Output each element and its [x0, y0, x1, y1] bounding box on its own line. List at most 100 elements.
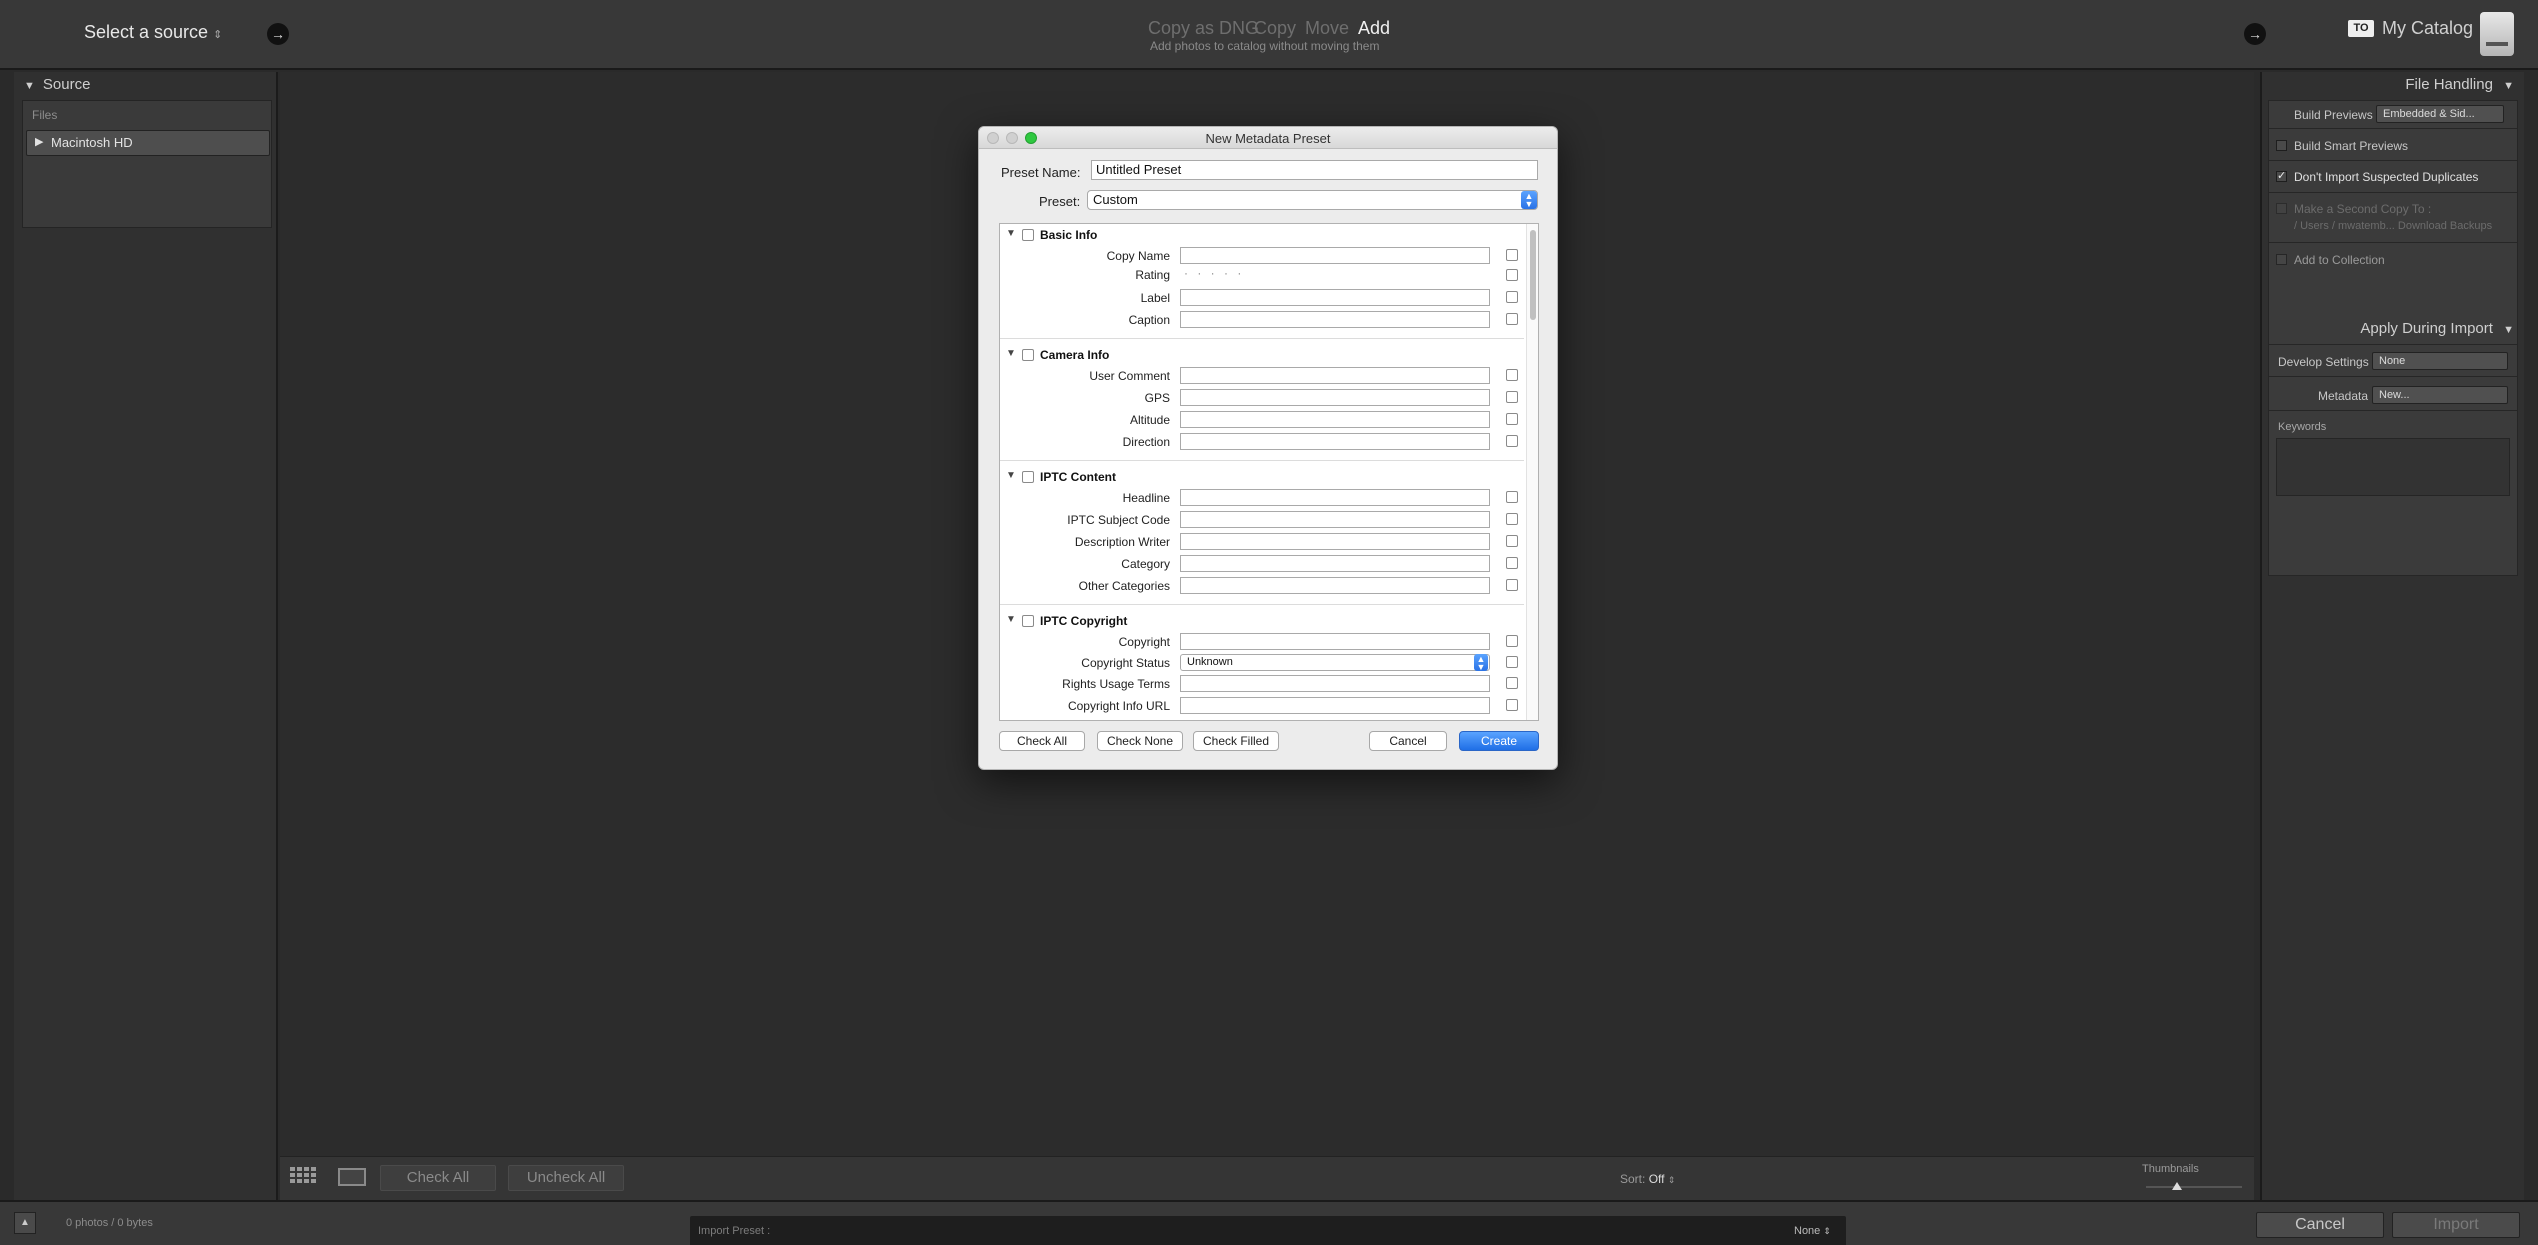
basic-info-checkbox[interactable]	[1022, 229, 1034, 241]
check-none-button[interactable]: Check None	[1097, 731, 1183, 751]
develop-settings-label: Develop Settings	[2278, 355, 2369, 369]
source-panel-header[interactable]: ▼ Source	[24, 76, 90, 93]
copyright-input[interactable]	[1180, 633, 1490, 650]
copy-name-input[interactable]	[1180, 247, 1490, 264]
dont-import-duplicates-checkbox[interactable]: ✓	[2276, 171, 2287, 182]
disclosure-triangle-icon[interactable]: ▼	[1006, 228, 1016, 239]
user-comment-checkbox[interactable]	[1506, 369, 1518, 381]
source-arrow-icon[interactable]: →	[267, 23, 289, 45]
macintosh-hd-row[interactable]: ▶ Macintosh HD	[26, 130, 270, 156]
rating-stars[interactable]: · · · · ·	[1184, 266, 1244, 280]
description-writer-input[interactable]	[1180, 533, 1490, 550]
copyright-checkbox[interactable]	[1506, 635, 1518, 647]
description-writer-checkbox[interactable]	[1506, 535, 1518, 547]
scrollbar-thumb[interactable]	[1530, 230, 1536, 320]
disclosure-triangle-icon[interactable]: ▼	[1006, 614, 1016, 625]
preset-value: Custom	[1093, 192, 1138, 207]
gps-checkbox[interactable]	[1506, 391, 1518, 403]
label-input[interactable]	[1180, 289, 1490, 306]
cancel-import-button[interactable]: Cancel	[2256, 1212, 2384, 1238]
preset-select[interactable]: Custom	[1087, 190, 1538, 210]
field-label: Headline	[1122, 491, 1170, 505]
metadata-value: New...	[2379, 389, 2410, 401]
gps-input[interactable]	[1180, 389, 1490, 406]
chevron-updown-icon: ⇕	[1823, 1226, 1831, 1236]
metadata-fields-scroll[interactable]: ▼ Basic Info Copy Name Rating · · · · · …	[999, 223, 1539, 721]
collapse-up-icon[interactable]: ▲	[14, 1212, 36, 1234]
mode-move[interactable]: Move	[1305, 18, 1349, 39]
iptc-content-title: IPTC Content	[1040, 470, 1116, 484]
file-handling-header[interactable]: File Handling ▼	[2405, 76, 2514, 93]
grid-view-icon[interactable]	[290, 1167, 318, 1187]
thumbnail-size-slider[interactable]	[2146, 1186, 2242, 1188]
build-smart-previews-label: Build Smart Previews	[2294, 139, 2409, 153]
create-button[interactable]: Create	[1459, 731, 1539, 751]
preset-name-input[interactable]: Untitled Preset	[1091, 160, 1538, 180]
uncheck-all-button[interactable]: Uncheck All	[508, 1165, 624, 1191]
select-source-dropdown[interactable]: Select a source ⇕	[84, 22, 222, 43]
build-smart-previews-checkbox[interactable]	[2276, 140, 2287, 151]
field-label: User Comment	[1089, 369, 1170, 383]
camera-info-checkbox[interactable]	[1022, 349, 1034, 361]
mode-copy[interactable]: Copy	[1254, 18, 1296, 39]
grid-toolbar: Check All Uncheck All Sort: Off ⇕ Thumbn…	[280, 1156, 2254, 1200]
category-checkbox[interactable]	[1506, 557, 1518, 569]
select-arrows-icon[interactable]: ▲ ▼	[1521, 191, 1537, 209]
add-to-collection-checkbox[interactable]	[2276, 254, 2287, 265]
headline-input[interactable]	[1180, 489, 1490, 506]
rights-usage-terms-checkbox[interactable]	[1506, 677, 1518, 689]
copyright-status-select[interactable]: Unknown	[1180, 654, 1490, 671]
import-button[interactable]: Import	[2392, 1212, 2520, 1238]
label-checkbox[interactable]	[1506, 291, 1518, 303]
develop-settings-select[interactable]: None	[2372, 352, 2508, 370]
import-preset-select[interactable]: None ⇕	[1794, 1225, 1831, 1237]
divider	[2268, 410, 2518, 411]
catalog-name[interactable]: My Catalog	[2382, 18, 2473, 39]
keywords-field[interactable]	[2276, 438, 2510, 496]
copyright-status-checkbox[interactable]	[1506, 656, 1518, 668]
iptc-content-checkbox[interactable]	[1022, 471, 1034, 483]
iptc-subject-code-input[interactable]	[1180, 511, 1490, 528]
select-arrows-icon[interactable]: ▲ ▼	[1474, 654, 1488, 672]
loupe-view-icon[interactable]	[338, 1168, 366, 1186]
mode-copy-as-dng[interactable]: Copy as DNG	[1148, 18, 1259, 39]
check-all-button[interactable]: Check All	[380, 1165, 496, 1191]
direction-checkbox[interactable]	[1506, 435, 1518, 447]
iptc-copyright-checkbox[interactable]	[1022, 615, 1034, 627]
caption-input[interactable]	[1180, 311, 1490, 328]
second-copy-path[interactable]: / Users / mwatemb... Download Backups	[2294, 220, 2492, 232]
chevron-updown-icon: ⇕	[213, 29, 223, 41]
user-comment-input[interactable]	[1180, 367, 1490, 384]
rating-checkbox[interactable]	[1506, 269, 1518, 281]
iptc-subject-code-checkbox[interactable]	[1506, 513, 1518, 525]
destination-arrow-icon[interactable]: →	[2244, 23, 2266, 45]
mode-add[interactable]: Add	[1358, 18, 1390, 39]
category-input[interactable]	[1180, 555, 1490, 572]
disclosure-triangle-icon[interactable]: ▼	[1006, 470, 1016, 481]
metadata-select[interactable]: New...	[2372, 386, 2508, 404]
cancel-button[interactable]: Cancel	[1369, 731, 1447, 751]
import-preset-label: Import Preset :	[698, 1225, 771, 1237]
check-filled-button[interactable]: Check Filled	[1193, 731, 1279, 751]
divider	[2268, 192, 2518, 193]
direction-input[interactable]	[1180, 433, 1490, 450]
field-label: Copy Name	[1106, 249, 1170, 263]
copyright-info-url-checkbox[interactable]	[1506, 699, 1518, 711]
slider-thumb-icon[interactable]	[2172, 1182, 2182, 1190]
disclosure-triangle-icon[interactable]: ▼	[1006, 348, 1016, 359]
altitude-checkbox[interactable]	[1506, 413, 1518, 425]
copy-name-checkbox[interactable]	[1506, 249, 1518, 261]
build-previews-select[interactable]: Embedded & Sid...	[2376, 105, 2504, 123]
altitude-input[interactable]	[1180, 411, 1490, 428]
sort-control[interactable]: Sort: Off ⇕	[1620, 1172, 1675, 1186]
copyright-info-url-input[interactable]	[1180, 697, 1490, 714]
headline-checkbox[interactable]	[1506, 491, 1518, 503]
caption-checkbox[interactable]	[1506, 313, 1518, 325]
rights-usage-terms-input[interactable]	[1180, 675, 1490, 692]
make-second-copy-checkbox[interactable]	[2276, 203, 2287, 214]
check-all-button[interactable]: Check All	[999, 731, 1085, 751]
other-categories-input[interactable]	[1180, 577, 1490, 594]
vertical-scrollbar[interactable]	[1526, 224, 1538, 720]
other-categories-checkbox[interactable]	[1506, 579, 1518, 591]
apply-during-import-header[interactable]: Apply During Import ▼	[2360, 320, 2514, 337]
